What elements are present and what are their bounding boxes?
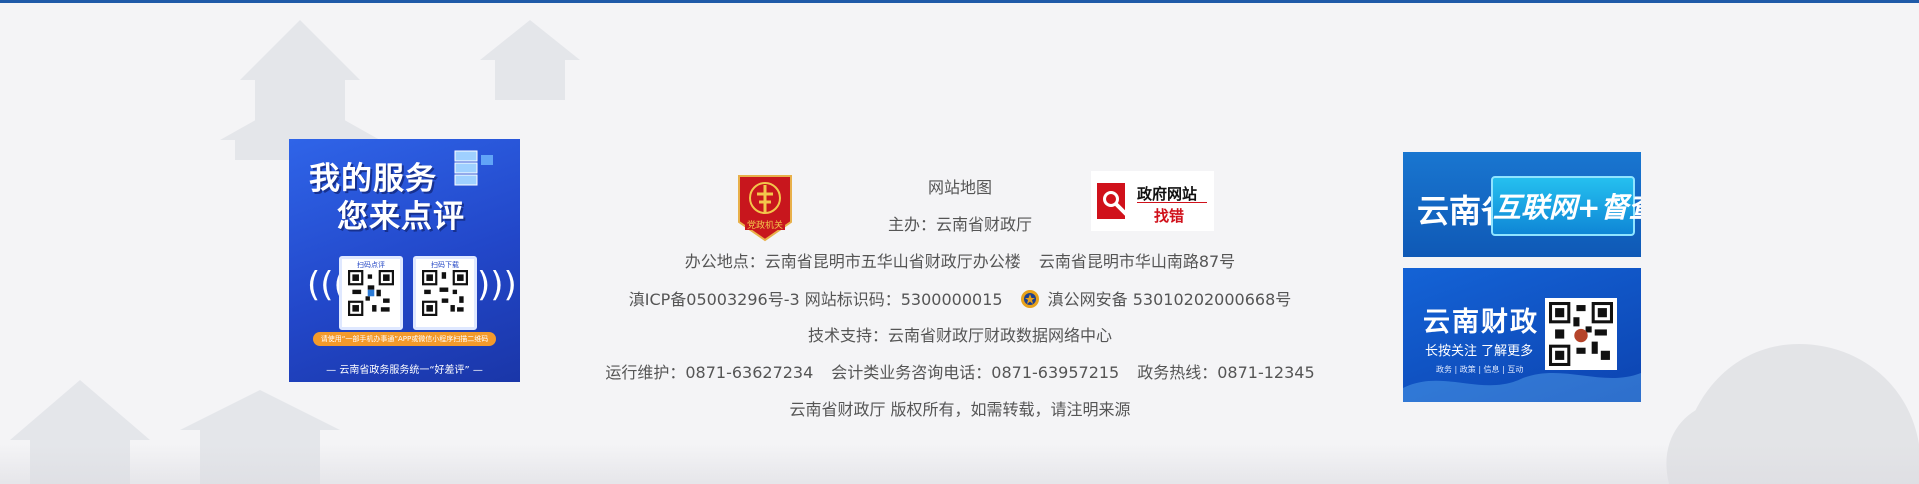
qr-rate: 扫码点评	[339, 256, 403, 330]
accounting-hotline: 会计类业务咨询电话：0871-63957215	[831, 363, 1120, 382]
footer-contacts-line: 运行维护：0871-63627234 会计类业务咨询电话：0871-6395721…	[500, 363, 1420, 383]
qr-download-caption: 扫码下载	[431, 261, 459, 269]
sitemap-link[interactable]: 网站地图	[928, 178, 992, 197]
report-error-divider	[1137, 202, 1207, 203]
report-error-line1: 政府网站	[1137, 185, 1198, 203]
footer-address2: 云南省昆明市华山南路87号	[1038, 252, 1236, 271]
banner2-tags: 政务 | 政策 | 信息 | 互动	[1436, 365, 1524, 374]
footer-host: 主办：云南省财政厅	[887, 215, 1032, 234]
banner1-box: 互联网+督查	[1491, 176, 1641, 236]
banner2-subtitle: 长按关注 了解更多	[1425, 344, 1534, 359]
footer-address-line: 办公地点：云南省昆明市五华山省财政厅办公楼 云南省昆明市华山南路87号	[500, 252, 1420, 272]
poster-instruction: 请使用“一部手机办事通”APP或微信小程序扫描二维码	[313, 332, 496, 346]
maintenance-phone: 运行维护：0871-63627234	[605, 363, 814, 382]
yunnan-finance-banner[interactable]: 云南财政 长按关注 了解更多 政务 | 政策 | 信息 | 互动	[1403, 268, 1641, 402]
qr-rate-caption: 扫码点评	[357, 261, 385, 269]
banner1-main: 互联网+督查	[1493, 191, 1641, 224]
qr-code-icon	[1549, 302, 1613, 366]
report-error-button[interactable]: 政府网站 找错	[1091, 171, 1214, 231]
qr-code-icon	[422, 270, 468, 316]
internet-supervision-banner[interactable]: 云南省 互联网+督查	[1403, 152, 1641, 257]
elephant-watermark	[1666, 344, 1919, 484]
footer-line-sitemap: 网站地图	[500, 178, 1420, 198]
rating-poster[interactable]: 我的服务 您来点评 ((( 扫码点评 扫码下载))) 请使用“一部手机办事通”…	[289, 139, 520, 382]
footer-tech-support: 技术支持：云南省财政厅财政数据网络中心	[807, 326, 1112, 345]
report-error-line2: 找错	[1154, 207, 1185, 225]
server-icon	[454, 150, 493, 186]
icp-link[interactable]: 滇ICP备05003296号-3	[629, 290, 800, 309]
qr-download: 扫码下载	[413, 256, 477, 330]
wechat-qr	[1545, 298, 1617, 370]
footer-record-line: 滇ICP备05003296号-3 网站标识码：5300000015 滇公网安备 …	[500, 289, 1420, 310]
police-record-link[interactable]: 滇公网安备 53010202000668号	[1048, 290, 1292, 309]
site-id: 网站标识码：5300000015	[804, 290, 1003, 309]
magnifier-icon	[1097, 183, 1129, 219]
top-accent-bar	[0, 0, 1919, 3]
police-emblem-icon	[1020, 290, 1039, 308]
poster-title-line2: 您来点评	[337, 199, 465, 235]
gov-hotline: 政务热线：0871-12345	[1137, 363, 1315, 382]
banner2-title: 云南财政	[1423, 307, 1539, 338]
bottom-gradient	[0, 444, 1919, 484]
footer-copyright: 云南省财政厅 版权所有，如需转载，请注明来源	[789, 400, 1131, 419]
poster-footer: — 云南省政务服务统一“好差评” —	[326, 365, 483, 376]
qr-code-icon	[348, 270, 394, 316]
footer-address: 办公地点：云南省昆明市五华山省财政厅办公楼	[684, 252, 1021, 271]
